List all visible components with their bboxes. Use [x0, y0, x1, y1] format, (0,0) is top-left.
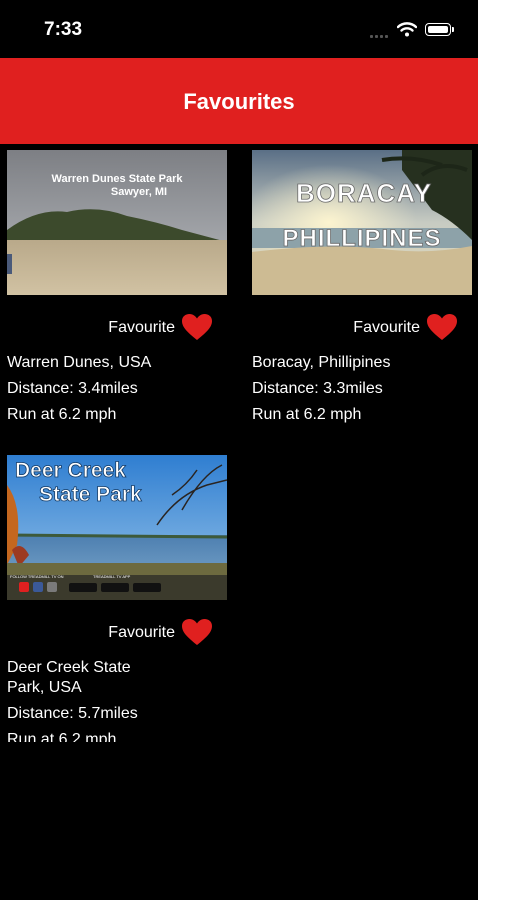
page-title: Favourites	[183, 89, 295, 114]
cellular-signal-icon	[370, 34, 392, 38]
speed-text: Run at 6.2 mph	[7, 731, 117, 742]
card-info: Boracay, Phillipines Distance: 3.3miles …	[252, 353, 472, 431]
heart-icon[interactable]	[181, 618, 213, 646]
warren-dunes-image-title: Warren Dunes State Park	[51, 173, 183, 185]
phone-screen: 7:33 Favourites Warren Dunes State Park …	[0, 0, 478, 900]
battery-icon	[425, 23, 454, 36]
warren-dunes-image-subtitle: Sawyer, MI	[111, 186, 167, 198]
location-name: Warren Dunes, USA	[7, 354, 152, 371]
deer-creek-image: Deer Creek State Park FOLLOW TREADMILL T…	[7, 455, 227, 600]
deer-creek-image-footer-right: TREADMILL TV APP	[93, 574, 131, 579]
favourite-toggle[interactable]: Favourite	[252, 313, 472, 343]
speed-text: Run at 6.2 mph	[252, 406, 362, 423]
warren-dunes-image: Warren Dunes State Park Sawyer, MI	[7, 150, 227, 295]
favourite-toggle[interactable]: Favourite	[7, 313, 227, 343]
boracay-image: BORACAY PHILLIPINES	[252, 150, 472, 295]
heart-icon[interactable]	[426, 313, 458, 341]
distance-text: Distance: 3.3miles	[252, 380, 383, 397]
card-info: Warren Dunes, USA Distance: 3.4miles Run…	[7, 353, 227, 431]
heart-icon[interactable]	[181, 313, 213, 341]
deer-creek-image-footer-left: FOLLOW TREADMILL TV ON	[10, 574, 64, 579]
app-header: Favourites	[0, 58, 478, 144]
status-bar: 7:33	[0, 0, 478, 58]
warren-dunes-thumbnail[interactable]: Warren Dunes State Park Sawyer, MI	[7, 150, 227, 295]
favourite-card-deer-creek[interactable]: Deer Creek State Park FOLLOW TREADMILL T…	[7, 455, 227, 742]
favourite-toggle[interactable]: Favourite	[7, 618, 227, 648]
distance-text: Distance: 5.7miles	[7, 705, 138, 722]
distance-text: Distance: 3.4miles	[7, 380, 138, 397]
location-name: Boracay, Phillipines	[252, 354, 391, 371]
favourite-label: Favourite	[108, 624, 175, 641]
card-info: Deer Creek State Park, USA Distance: 5.7…	[7, 658, 227, 742]
deer-creek-image-subtitle: State Park	[39, 483, 142, 506]
location-name: Deer Creek State Park, USA	[7, 659, 131, 696]
deer-creek-thumbnail[interactable]: Deer Creek State Park FOLLOW TREADMILL T…	[7, 455, 227, 600]
boracay-image-subtitle: PHILLIPINES	[282, 225, 441, 252]
favourite-label: Favourite	[108, 319, 175, 336]
speed-text: Run at 6.2 mph	[7, 406, 117, 423]
deer-creek-image-title: Deer Creek	[15, 459, 126, 482]
wifi-icon	[397, 22, 417, 37]
favourite-label: Favourite	[353, 319, 420, 336]
boracay-image-title: BORACAY	[296, 178, 432, 208]
status-time: 7:33	[44, 19, 83, 40]
boracay-thumbnail[interactable]: BORACAY PHILLIPINES	[252, 150, 472, 295]
